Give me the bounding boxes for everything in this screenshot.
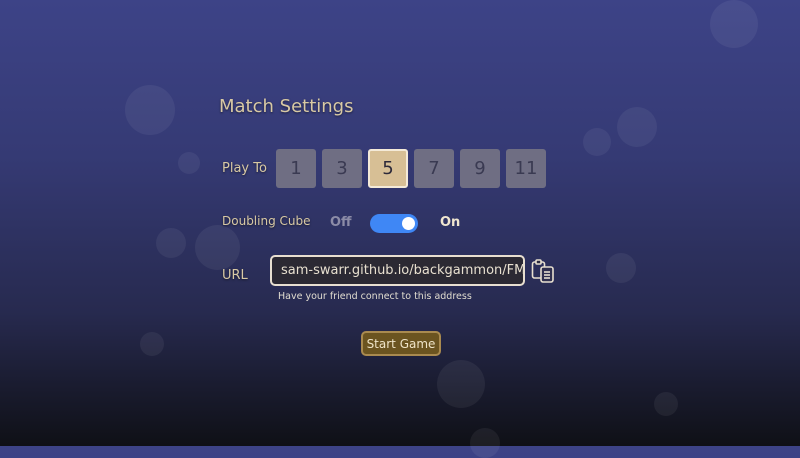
clipboard-icon[interactable] (530, 258, 556, 284)
toggle-knob (402, 217, 415, 230)
play-to-option-5[interactable]: 5 (368, 149, 408, 188)
url-hint: Have your friend connect to this address (278, 291, 472, 302)
play-to-label: Play To (222, 161, 267, 176)
play-to-option-1[interactable]: 1 (276, 149, 316, 188)
url-label: URL (222, 268, 248, 283)
doubling-cube-toggle[interactable] (370, 214, 418, 233)
doubling-cube-on-label: On (440, 215, 461, 230)
match-settings-title: Match Settings (219, 96, 354, 117)
play-to-option-3[interactable]: 3 (322, 149, 362, 188)
play-to-options: 1 3 5 7 9 11 (276, 149, 546, 188)
play-to-option-9[interactable]: 9 (460, 149, 500, 188)
start-game-button[interactable]: Start Game (361, 331, 441, 356)
doubling-cube-off-label: Off (330, 215, 352, 230)
doubling-cube-label: Doubling Cube (222, 214, 311, 228)
play-to-option-11[interactable]: 11 (506, 149, 546, 188)
play-to-option-7[interactable]: 7 (414, 149, 454, 188)
url-field[interactable]: sam-swarr.github.io/backgammon/FMGA (270, 255, 525, 286)
url-value: sam-swarr.github.io/backgammon/FMGA (281, 263, 525, 278)
